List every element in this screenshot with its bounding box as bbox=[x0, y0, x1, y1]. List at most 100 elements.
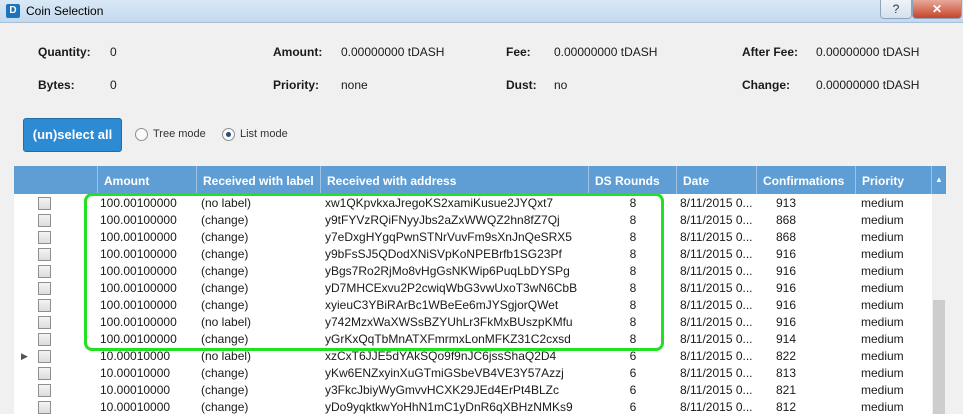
header-confirmations[interactable]: Confirmations bbox=[757, 166, 856, 194]
date-cell: 8/11/2015 0... bbox=[680, 383, 753, 397]
title-bar: D Coin Selection ? ✕ bbox=[0, 0, 963, 23]
header-select[interactable] bbox=[14, 166, 98, 194]
amount-cell: 10.00010000 bbox=[100, 383, 171, 397]
table-row[interactable]: 100.00100000 (change) y9bFsSJ5QDodXNiSVpKo… bbox=[14, 246, 932, 263]
table-row[interactable]: 100.00100000 (change) xyieuC3YBiRArBc1WBeE… bbox=[14, 297, 932, 314]
change-value: 0.00000000 tDASH bbox=[816, 78, 920, 92]
header-ds-rounds[interactable]: DS Rounds bbox=[589, 166, 677, 194]
ds-rounds-cell: 6 bbox=[629, 383, 637, 397]
change-label: Change: bbox=[742, 78, 790, 92]
header-amount[interactable]: Amount bbox=[98, 166, 197, 194]
date-cell: 8/11/2015 0... bbox=[680, 298, 753, 312]
confirmations-cell: 868 bbox=[776, 230, 797, 244]
row-checkbox[interactable] bbox=[38, 248, 51, 261]
address-cell: y9bFsSJ5QDodXNiSVpKoNPEBrfb1SG23Pf bbox=[325, 247, 562, 261]
amount-cell: 100.00100000 bbox=[100, 247, 177, 261]
row-checkbox[interactable] bbox=[38, 282, 51, 295]
fee-label: Fee: bbox=[506, 45, 531, 59]
table-row[interactable]: 100.00100000 (change) yD7MHCExvu2P2cwiqWbG… bbox=[14, 280, 932, 297]
table-row[interactable]: 100.00100000 (no label) xw1QKpvkxaJregoKS2… bbox=[14, 195, 932, 212]
priority-label: Priority: bbox=[273, 78, 320, 92]
date-cell: 8/11/2015 0... bbox=[680, 196, 753, 210]
confirmations-cell: 914 bbox=[776, 332, 797, 346]
ds-rounds-cell: 8 bbox=[629, 213, 637, 227]
table-row[interactable]: 100.00100000 (change) yBgs7Ro2RjMo8vHgGsNK… bbox=[14, 263, 932, 280]
label-cell: (change) bbox=[201, 281, 249, 295]
table-row[interactable]: 10.00010000 (change) yKw6ENZxyinXuGTmiGSbe… bbox=[14, 365, 932, 382]
confirmations-cell: 913 bbox=[776, 196, 797, 210]
row-checkbox[interactable] bbox=[38, 316, 51, 329]
bytes-value: 0 bbox=[110, 78, 117, 92]
ds-rounds-cell: 8 bbox=[629, 315, 637, 329]
date-cell: 8/11/2015 0... bbox=[680, 264, 753, 278]
list-mode-label: List mode bbox=[240, 128, 288, 140]
table-row[interactable]: 10.00010000 (change) y3FkcJbiyWyGmvvHCXK29… bbox=[14, 382, 932, 399]
confirmations-cell: 916 bbox=[776, 264, 797, 278]
address-cell: y3FkcJbiyWyGmvvHCXK29JEd4ErPt4BLZc bbox=[325, 383, 559, 397]
tree-mode-radio[interactable] bbox=[135, 128, 148, 141]
quantity-label: Quantity: bbox=[38, 45, 91, 59]
label-cell: (change) bbox=[201, 213, 249, 227]
scroll-up-icon[interactable]: ▲ bbox=[932, 166, 946, 194]
address-cell: xzCxT6JJE5dYAkSQo9f9nJC6jssShaQ2D4 bbox=[325, 349, 557, 363]
header-date[interactable]: Date bbox=[677, 166, 757, 194]
help-button[interactable]: ? bbox=[880, 0, 912, 19]
ds-rounds-cell: 6 bbox=[629, 349, 637, 363]
table-row[interactable]: 100.00100000 (change) y9tFYVzRQiFNyyJbs2aZ… bbox=[14, 212, 932, 229]
row-checkbox[interactable] bbox=[38, 333, 51, 346]
header-priority[interactable]: Priority bbox=[856, 166, 932, 194]
confirmations-cell: 813 bbox=[776, 366, 797, 380]
row-checkbox[interactable] bbox=[38, 401, 51, 414]
table-row[interactable]: ▶ 10.00010000 (no label) xzCxT6JJE5dYAkSQo9… bbox=[14, 348, 932, 365]
row-checkbox[interactable] bbox=[38, 350, 51, 363]
dust-label: Dust: bbox=[506, 78, 537, 92]
label-cell: (change) bbox=[201, 230, 249, 244]
row-checkbox[interactable] bbox=[38, 214, 51, 227]
amount-cell: 100.00100000 bbox=[100, 298, 177, 312]
header-label[interactable]: Received with label bbox=[197, 166, 321, 194]
vertical-scrollbar[interactable]: ▲ bbox=[932, 166, 946, 414]
date-cell: 8/11/2015 0... bbox=[680, 230, 753, 244]
date-cell: 8/11/2015 0... bbox=[680, 332, 753, 346]
row-checkbox[interactable] bbox=[38, 299, 51, 312]
table-row[interactable]: 100.00100000 (change) y7eDxgHYgqPwnSTNrVuv… bbox=[14, 229, 932, 246]
label-cell: (change) bbox=[201, 332, 249, 346]
table-row[interactable]: 10.00010000 (change) yDo9yqktkwYoHhN1mC1yD… bbox=[14, 399, 932, 414]
ds-rounds-cell: 8 bbox=[629, 332, 637, 346]
row-checkbox[interactable] bbox=[38, 265, 51, 278]
amount-cell: 10.00010000 bbox=[100, 400, 171, 414]
row-checkbox[interactable] bbox=[38, 384, 51, 397]
confirmations-cell: 916 bbox=[776, 281, 797, 295]
row-checkbox[interactable] bbox=[38, 197, 51, 210]
confirmations-cell: 916 bbox=[776, 247, 797, 261]
amount-cell: 100.00100000 bbox=[100, 196, 177, 210]
amount-cell: 10.00010000 bbox=[100, 349, 171, 363]
unselect-all-button[interactable]: (un)select all bbox=[23, 118, 122, 152]
label-cell: (change) bbox=[201, 366, 249, 380]
table-row[interactable]: 100.00100000 (change) yGrKxQqTbMnATXFmrmxL… bbox=[14, 331, 932, 348]
header-address[interactable]: Received with address bbox=[321, 166, 589, 194]
quantity-value: 0 bbox=[110, 45, 117, 59]
list-mode-radio[interactable] bbox=[222, 128, 235, 141]
row-checkbox[interactable] bbox=[38, 367, 51, 380]
table-row[interactable]: 100.00100000 (no label) y742MzxWaXWSsBZYUh… bbox=[14, 314, 932, 331]
amount-cell: 100.00100000 bbox=[100, 332, 177, 346]
confirmations-cell: 822 bbox=[776, 349, 797, 363]
confirmations-cell: 812 bbox=[776, 400, 797, 414]
priority-cell: medium bbox=[861, 400, 904, 414]
window-title: Coin Selection bbox=[26, 4, 104, 18]
date-cell: 8/11/2015 0... bbox=[680, 281, 753, 295]
row-checkbox[interactable] bbox=[38, 231, 51, 244]
date-cell: 8/11/2015 0... bbox=[680, 247, 753, 261]
expand-arrow-icon[interactable]: ▶ bbox=[21, 351, 28, 362]
ds-rounds-cell: 8 bbox=[629, 298, 637, 312]
confirmations-cell: 916 bbox=[776, 315, 797, 329]
dash-logo-icon: D bbox=[6, 4, 20, 18]
priority-value: none bbox=[341, 78, 368, 92]
address-cell: yBgs7Ro2RjMo8vHgGsNKWip6PuqLbDYSPg bbox=[325, 264, 570, 278]
ds-rounds-cell: 8 bbox=[629, 281, 637, 295]
amount-cell: 100.00100000 bbox=[100, 213, 177, 227]
scroll-thumb[interactable] bbox=[933, 300, 945, 414]
close-button[interactable]: ✕ bbox=[912, 0, 962, 19]
after-fee-label: After Fee: bbox=[742, 45, 799, 59]
